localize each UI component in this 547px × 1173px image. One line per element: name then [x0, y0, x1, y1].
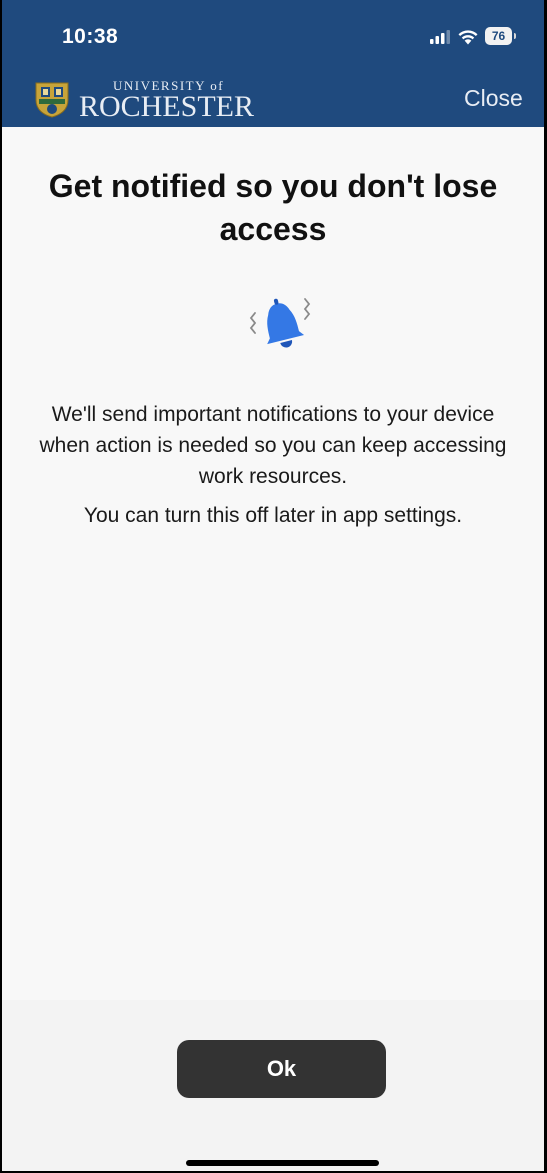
- cellular-signal-icon: [430, 30, 450, 44]
- logo-big-text: ROCHESTER: [79, 90, 255, 123]
- app-screen: 10:38 76 UNIVERSITY of ROCHESTER Close G…: [2, 0, 544, 1171]
- home-indicator[interactable]: [186, 1160, 379, 1166]
- battery-icon: 76: [485, 27, 516, 45]
- university-logo: UNIVERSITY of ROCHESTER: [33, 78, 255, 126]
- status-bar: 10:38 76: [2, 0, 544, 58]
- university-seal-icon: [35, 82, 69, 118]
- battery-tip: [514, 33, 516, 39]
- notification-description: We'll send important notifications to yo…: [39, 403, 507, 488]
- wifi-icon: [458, 30, 478, 45]
- notification-bell-icon: [249, 298, 311, 348]
- nav-bar: UNIVERSITY of ROCHESTER Close: [2, 60, 544, 127]
- battery-level: 76: [485, 27, 512, 45]
- settings-note: You can turn this off later in app setti…: [83, 504, 463, 527]
- page-title: Get notified so you don't lose access: [48, 168, 498, 247]
- status-time: 10:38: [62, 25, 119, 48]
- header: 10:38 76 UNIVERSITY of ROCHESTER Close: [2, 0, 544, 127]
- footer: Ok: [2, 1000, 544, 1171]
- ok-button[interactable]: Ok: [177, 1040, 386, 1098]
- close-button[interactable]: Close: [464, 85, 523, 112]
